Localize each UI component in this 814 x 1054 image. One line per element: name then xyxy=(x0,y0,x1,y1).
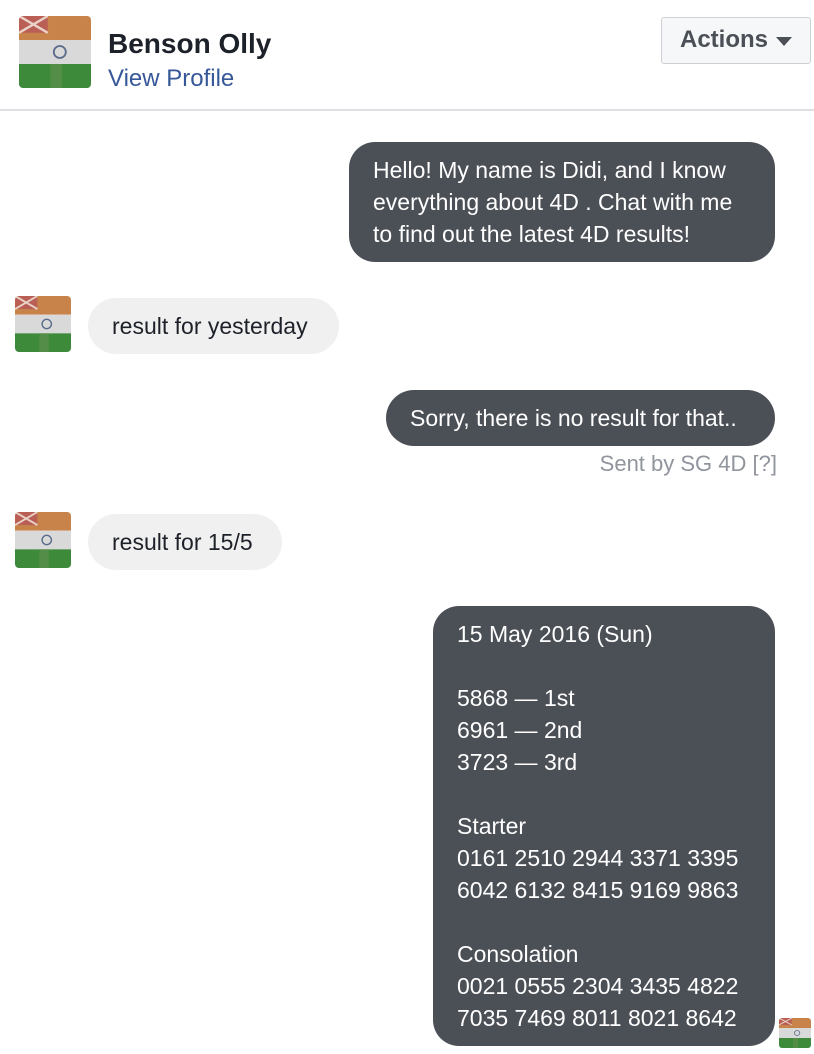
contact-name: Benson Olly xyxy=(108,28,272,59)
user-avatar[interactable] xyxy=(19,16,91,88)
user-avatar-flag-icon xyxy=(19,16,91,88)
sent-by-help-link[interactable]: [?] xyxy=(753,451,777,476)
actions-label: Actions xyxy=(680,26,769,53)
conversation-header: Benson Olly View Profile Actions xyxy=(0,0,814,111)
caret-down-icon xyxy=(776,37,792,46)
message-outgoing: Hello! My name is Didi, and I know every… xyxy=(349,142,775,262)
message-outgoing: Sorry, there is no result for that.. xyxy=(386,390,775,446)
view-profile-link[interactable]: View Profile xyxy=(108,65,234,93)
user-avatar-flag-icon xyxy=(15,296,71,352)
seen-avatar xyxy=(779,1018,811,1048)
user-avatar-flag-icon xyxy=(15,512,71,568)
message-incoming: result for 15/5 xyxy=(88,514,282,570)
sent-by-label: Sent by SG 4D xyxy=(599,451,747,476)
sent-by-note: Sent by SG 4D [?] xyxy=(540,451,777,477)
message-outgoing: 15 May 2016 (Sun) 5868 — 1st 6961 — 2nd … xyxy=(433,606,775,1046)
sender-avatar[interactable] xyxy=(15,512,71,568)
actions-button[interactable]: Actions xyxy=(661,17,811,64)
sender-avatar[interactable] xyxy=(15,296,71,352)
message-incoming: result for yesterday xyxy=(88,298,339,354)
user-avatar-flag-icon xyxy=(779,1018,811,1048)
